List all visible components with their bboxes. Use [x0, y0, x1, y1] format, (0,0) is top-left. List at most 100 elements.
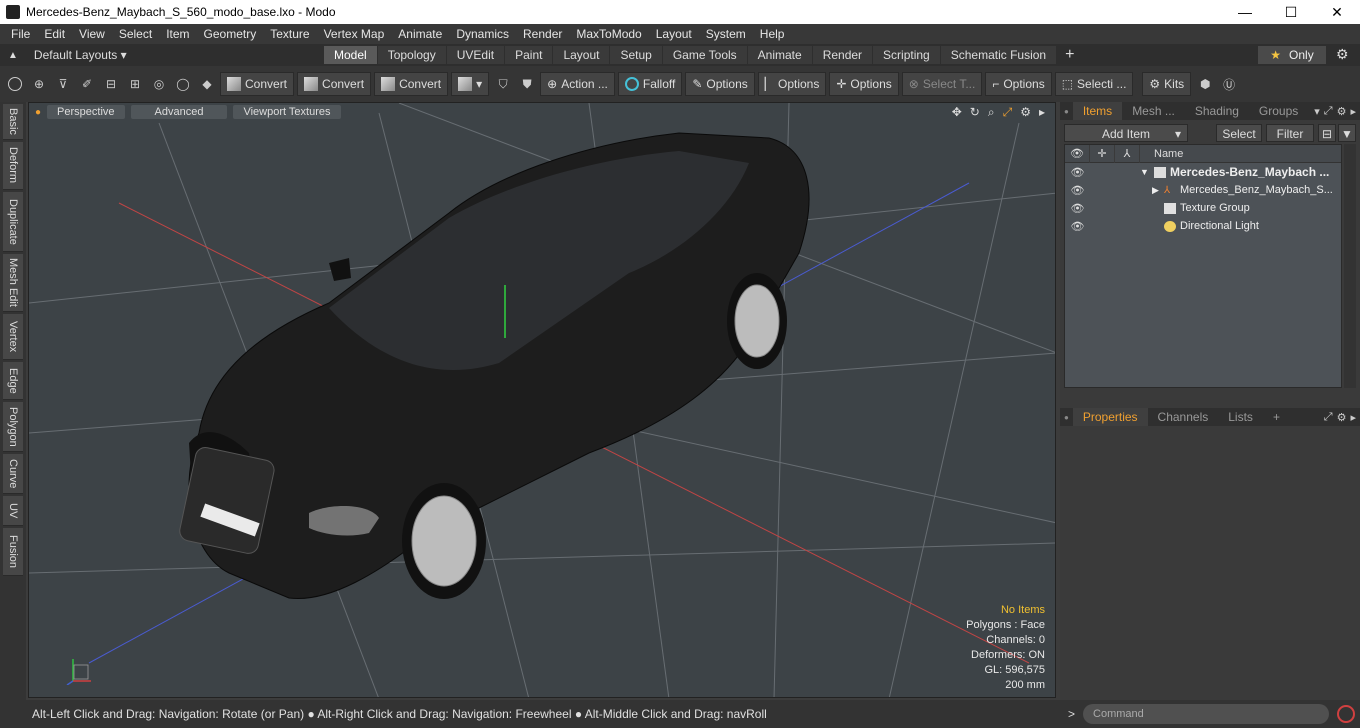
menu-file[interactable]: File	[4, 24, 37, 44]
collapse-icon[interactable]: ⊟	[1318, 124, 1336, 142]
menu-system[interactable]: System	[699, 24, 753, 44]
menu-dynamics[interactable]: Dynamics	[449, 24, 516, 44]
convert-button-2[interactable]: Convert	[297, 72, 372, 96]
brush-icon[interactable]: ✐	[76, 72, 98, 96]
tab-animate[interactable]: Animate	[747, 46, 812, 64]
command-input[interactable]: Command	[1083, 704, 1330, 724]
menu-geometry[interactable]: Geometry	[197, 24, 264, 44]
edge-mode-icon[interactable]: ⊟	[100, 72, 122, 96]
stop-icon[interactable]	[1337, 705, 1356, 723]
select-button[interactable]: Select	[1216, 124, 1262, 142]
menu-help[interactable]: Help	[753, 24, 792, 44]
polygon-mode-icon[interactable]: ⊞	[124, 72, 146, 96]
tab-setup[interactable]: Setup	[610, 46, 662, 64]
item-mode-icon[interactable]: ◯	[172, 72, 194, 96]
panel-more-icon[interactable]: ▸	[1350, 411, 1356, 424]
tab-scripting[interactable]: Scripting	[873, 46, 940, 64]
convert-button-1[interactable]: Convert	[220, 72, 295, 96]
viewport-more-icon[interactable]: ▸	[1039, 105, 1045, 120]
expand-up-icon[interactable]: ▲	[8, 50, 18, 61]
tree-row-texture-group[interactable]: 👁 Texture Group	[1065, 199, 1341, 217]
3d-viewport[interactable]: ● Perspective Advanced Viewport Textures…	[28, 102, 1056, 698]
tab-items[interactable]: Items	[1072, 102, 1123, 120]
tree-row-directional-light[interactable]: 👁 Directional Light	[1065, 217, 1341, 235]
viewport-menu-dot-icon[interactable]: ●	[35, 107, 41, 118]
menu-view[interactable]: View	[72, 24, 112, 44]
panel-dropdown-icon[interactable]: ▾	[1314, 105, 1320, 118]
tab-uvedit[interactable]: UVEdit	[446, 46, 505, 64]
symmetry-dropdown[interactable]: ▾	[451, 72, 490, 96]
viewport-settings-icon[interactable]: ⚙	[1020, 105, 1031, 120]
tab-render[interactable]: Render	[812, 46, 873, 64]
tab-model[interactable]: Model	[324, 46, 377, 64]
globe-icon[interactable]: ⊕	[28, 72, 50, 96]
name-column-header[interactable]: Name	[1140, 148, 1183, 160]
maximize-button[interactable]: ☐	[1268, 0, 1314, 24]
options-button-1[interactable]: ✎ Options	[685, 72, 755, 96]
visibility-column-icon[interactable]: 👁	[1065, 144, 1090, 163]
viewport-textures-button[interactable]: Viewport Textures	[233, 105, 341, 119]
collapse-arrow-icon[interactable]: ▼	[1140, 167, 1154, 177]
funnel-icon[interactable]: ▼	[1338, 124, 1356, 142]
vtab-fusion[interactable]: Fusion	[3, 528, 23, 576]
add-tab-icon[interactable]: +	[1263, 408, 1290, 426]
visibility-eye-icon[interactable]: 👁	[1065, 184, 1090, 197]
vtab-basic[interactable]: Basic	[3, 104, 23, 140]
maximize-viewport-icon[interactable]: ⤢	[1003, 105, 1013, 120]
gear-icon[interactable]: ⚙	[1336, 46, 1349, 63]
items-scrollbar[interactable]	[1344, 144, 1356, 388]
tab-lists[interactable]: Lists	[1218, 408, 1263, 426]
default-layouts-dropdown[interactable]: ▲ Default Layouts ▾	[0, 48, 324, 62]
panel-expand-icon[interactable]: ⤢	[1324, 105, 1333, 118]
options-button-4[interactable]: ⌐ Options	[985, 72, 1052, 96]
car-model[interactable]	[178, 132, 810, 600]
unity-icon[interactable]: ⬢	[1194, 72, 1216, 96]
tab-topology[interactable]: Topology	[377, 46, 446, 64]
vtab-curve[interactable]: Curve	[3, 454, 23, 494]
selection-sets-button[interactable]: ⬚ Selecti ...	[1054, 72, 1134, 96]
options-button-3[interactable]: ✛ Options	[829, 72, 899, 96]
vtab-deform[interactable]: Deform	[3, 142, 23, 190]
visibility-eye-icon[interactable]: 👁	[1065, 166, 1090, 179]
panel-expand-icon[interactable]: ⤢	[1324, 411, 1333, 424]
rotate-icon[interactable]: ↻	[970, 105, 980, 120]
tab-groups[interactable]: Groups	[1249, 102, 1308, 120]
add-item-button[interactable]: Add Item ▾	[1064, 124, 1188, 142]
close-button[interactable]: ✕	[1314, 0, 1360, 24]
menu-layout[interactable]: Layout	[649, 24, 699, 44]
menu-edit[interactable]: Edit	[37, 24, 72, 44]
tab-paint[interactable]: Paint	[505, 46, 553, 64]
filter-button[interactable]: Filter	[1266, 124, 1314, 142]
only-toggle[interactable]: ★ Only	[1258, 46, 1326, 64]
material-mode-icon[interactable]: ◎	[148, 72, 170, 96]
items-tree[interactable]: 👁 ✛ ⅄ Name 👁 ▼ Mercedes-Benz_Maybach ...…	[1064, 144, 1342, 388]
menu-texture[interactable]: Texture	[263, 24, 316, 44]
type-column-icon[interactable]: ⅄	[1115, 144, 1140, 163]
vtab-polygon[interactable]: Polygon	[3, 402, 23, 452]
falloff-button[interactable]: Falloff	[617, 72, 683, 96]
advanced-button[interactable]: Advanced	[130, 105, 228, 119]
lock-column-icon[interactable]: ✛	[1090, 144, 1115, 163]
visibility-eye-icon[interactable]: 👁	[1065, 202, 1090, 215]
tab-mesh[interactable]: Mesh ...	[1122, 102, 1185, 120]
cube-icon[interactable]: ◆	[196, 72, 218, 96]
menu-select[interactable]: Select	[112, 24, 159, 44]
vtab-vertex[interactable]: Vertex	[3, 314, 23, 360]
unreal-icon[interactable]: Ⓤ	[1218, 72, 1240, 96]
action-center-button[interactable]: ⊕ Action ...	[540, 72, 615, 96]
tab-shading[interactable]: Shading	[1185, 102, 1249, 120]
pan-icon[interactable]: ✥	[952, 105, 962, 120]
tree-row-mesh[interactable]: 👁 ▶ ⅄ Mercedes_Benz_Maybach_S...	[1065, 181, 1341, 199]
menu-maxtomodo[interactable]: MaxToModo	[569, 24, 648, 44]
tab-schematic-fusion[interactable]: Schematic Fusion	[940, 46, 1057, 64]
pen-icon[interactable]: ⊽	[52, 72, 74, 96]
tab-game-tools[interactable]: Game Tools	[662, 46, 747, 64]
menu-render[interactable]: Render	[516, 24, 569, 44]
visibility-eye-icon[interactable]: 👁	[1065, 220, 1090, 233]
tab-channels[interactable]: Channels	[1148, 408, 1219, 426]
menu-vertex-map[interactable]: Vertex Map	[317, 24, 392, 44]
tree-row-scene[interactable]: 👁 ▼ Mercedes-Benz_Maybach ...	[1065, 163, 1341, 181]
minimize-button[interactable]: —	[1222, 0, 1268, 24]
vtab-mesh-edit[interactable]: Mesh Edit	[3, 254, 23, 312]
menu-animate[interactable]: Animate	[391, 24, 449, 44]
